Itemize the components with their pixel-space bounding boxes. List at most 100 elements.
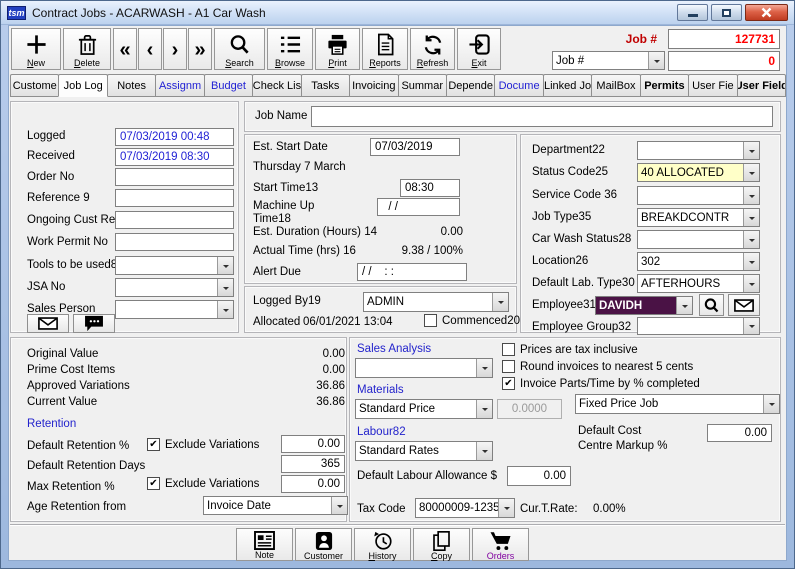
dropdown-button[interactable] (743, 209, 759, 226)
round-invoices-checkbox[interactable]: Round invoices to nearest 5 cents (502, 360, 693, 373)
dropdown-button[interactable] (743, 275, 759, 292)
labour-allowance-field[interactable]: 0.00 (507, 466, 571, 486)
dropdown-button[interactable] (217, 279, 233, 296)
logged-by-dropdown[interactable]: ADMIN (363, 292, 509, 312)
job-secondary-field[interactable]: 0 (668, 51, 780, 71)
job-search-selector[interactable]: Job # (552, 51, 665, 70)
reports-button[interactable]: Reports (362, 28, 408, 70)
previous-record-button[interactable]: ‹ (138, 28, 162, 70)
close-button[interactable] (745, 4, 788, 21)
tools-dropdown[interactable] (115, 256, 234, 275)
refresh-button[interactable]: Refresh (410, 28, 455, 70)
tab-customer[interactable]: Custome (10, 74, 59, 97)
start-time-field[interactable]: 08:30 (400, 179, 460, 197)
job-number-field[interactable]: 127731 (668, 29, 780, 49)
employee-group-dropdown[interactable] (637, 317, 760, 335)
orders-button[interactable]: Orders (472, 528, 529, 561)
status-code-dropdown[interactable]: 40 ALLOCATED (637, 163, 760, 182)
exit-button[interactable]: Exit (457, 28, 501, 70)
message-button[interactable] (73, 314, 115, 333)
received-field[interactable]: 07/03/2019 08:30 (115, 148, 234, 166)
next-record-button[interactable]: › (163, 28, 187, 70)
alert-due-field[interactable]: / / : : (357, 263, 467, 281)
tab-user-fields-1[interactable]: User Fie (688, 74, 737, 97)
copy-button[interactable]: Copy (413, 528, 470, 561)
dropdown-button[interactable] (217, 257, 233, 274)
car-wash-status-dropdown[interactable] (637, 230, 760, 249)
tab-invoicing[interactable]: Invoicing (349, 74, 398, 97)
job-type-dropdown[interactable]: BREAKDCONTR (637, 208, 760, 227)
email-button[interactable] (27, 314, 69, 333)
tab-notes[interactable]: Notes (107, 74, 156, 97)
tab-check-list[interactable]: Check Lis (252, 74, 301, 97)
logged-field[interactable]: 07/03/2019 00:48 (115, 128, 234, 146)
ongoing-cust-field[interactable] (115, 211, 234, 229)
location-dropdown[interactable]: 302 (637, 252, 760, 271)
retention-days-field[interactable]: 365 (281, 455, 345, 473)
tab-linked-jobs[interactable]: Linked Jo (543, 74, 592, 97)
minimize-button[interactable] (677, 4, 708, 21)
employee-dropdown[interactable]: DAVIDH (595, 296, 693, 315)
dropdown-button[interactable] (476, 442, 492, 460)
delete-button[interactable]: Delete (63, 28, 111, 70)
commenced-checkbox[interactable]: Commenced20 (424, 314, 520, 327)
labour-dropdown[interactable]: Standard Rates (355, 441, 493, 461)
dropdown-button[interactable] (331, 497, 347, 514)
max-retention-field[interactable]: 0.00 (281, 475, 345, 493)
age-retention-dropdown[interactable]: Invoice Date (203, 496, 348, 515)
materials-dropdown[interactable]: Standard Price (355, 399, 493, 419)
first-record-button[interactable]: « (113, 28, 137, 70)
last-record-button[interactable]: » (188, 28, 212, 70)
dropdown-button[interactable] (498, 499, 514, 517)
employee-email-button[interactable] (728, 294, 760, 316)
exclude-variations-checkbox-2[interactable]: ✔ Exclude Variations (147, 477, 259, 490)
tab-tasks[interactable]: Tasks (301, 74, 350, 97)
dropdown-button[interactable] (763, 395, 779, 413)
dropdown-button[interactable] (743, 253, 759, 270)
tab-job-log[interactable]: Job Log (58, 74, 107, 97)
service-code-dropdown[interactable] (637, 186, 760, 205)
browse-button[interactable]: Browse (267, 28, 313, 70)
jsa-no-dropdown[interactable] (115, 278, 234, 297)
dropdown-button[interactable] (648, 52, 664, 69)
dropdown-button[interactable] (476, 359, 492, 377)
dropdown-button[interactable] (476, 400, 492, 418)
maximize-button[interactable] (711, 4, 742, 21)
dropdown-button[interactable] (743, 164, 759, 181)
employee-search-button[interactable] (699, 294, 724, 316)
search-button[interactable]: Search (214, 28, 265, 70)
print-button[interactable]: Print (315, 28, 360, 70)
default-lab-type-dropdown[interactable]: AFTERHOURS (637, 274, 760, 293)
dropdown-button[interactable] (492, 293, 508, 311)
tax-code-dropdown[interactable]: 80000009-1235 (415, 498, 515, 518)
sales-person-dropdown[interactable] (115, 300, 234, 319)
customer-button[interactable]: Customer (295, 528, 352, 561)
dropdown-button[interactable] (743, 187, 759, 204)
price-type-dropdown[interactable]: Fixed Price Job (575, 394, 780, 414)
machine-up-time-field[interactable]: / / (377, 198, 460, 216)
dropdown-button[interactable] (743, 231, 759, 248)
tax-inclusive-checkbox[interactable]: Prices are tax inclusive (502, 343, 638, 356)
tab-documents[interactable]: Docume (494, 74, 543, 97)
tab-permits[interactable]: Permits (640, 74, 689, 97)
note-button[interactable]: Note (236, 528, 293, 561)
sales-analysis-dropdown[interactable] (355, 358, 493, 378)
history-button[interactable]: History (354, 528, 411, 561)
tab-dependencies[interactable]: Depende (446, 74, 495, 97)
department-dropdown[interactable] (637, 141, 760, 160)
tab-assignment[interactable]: Assignm (155, 74, 204, 97)
new-button[interactable]: New (11, 28, 61, 70)
default-retention-field[interactable]: 0.00 (281, 435, 345, 453)
title-bar[interactable]: tsm Contract Jobs - ACARWASH - A1 Car Wa… (1, 1, 794, 25)
tab-summary[interactable]: Summar (398, 74, 447, 97)
tab-mailbox[interactable]: MailBox (591, 74, 640, 97)
cost-centre-markup-field[interactable]: 0.00 (707, 424, 772, 442)
dropdown-button[interactable] (217, 301, 233, 318)
dropdown-button[interactable] (676, 297, 692, 314)
invoice-percent-checkbox[interactable]: ✔ Invoice Parts/Time by % completed (502, 377, 700, 390)
order-no-field[interactable] (115, 168, 234, 186)
est-start-date-field[interactable]: 07/03/2019 (370, 138, 460, 156)
tab-user-fields-2[interactable]: User Field (737, 74, 786, 97)
dropdown-button[interactable] (743, 142, 759, 159)
exclude-variations-checkbox-1[interactable]: ✔ Exclude Variations (147, 438, 259, 451)
